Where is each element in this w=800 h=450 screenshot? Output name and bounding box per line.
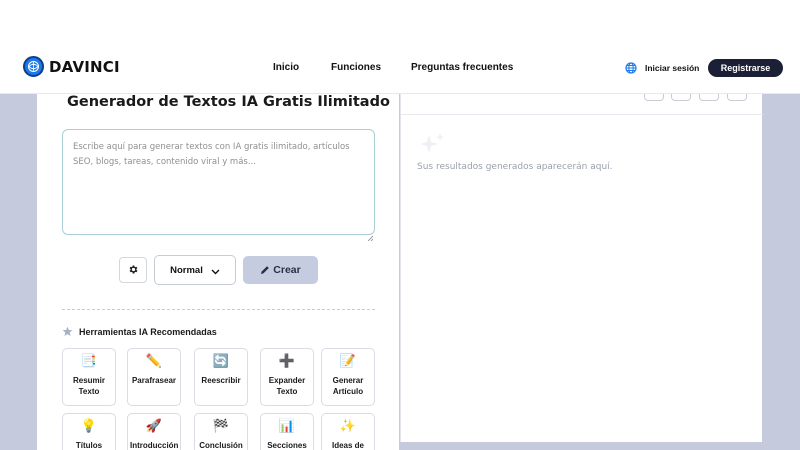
tool-card-introduccion[interactable]: 🚀 Introducción xyxy=(127,413,181,450)
bar-chart-icon: 📊 xyxy=(278,419,296,434)
tool-card-label: Resumir Texto xyxy=(72,376,105,396)
tool-card-label: Reescribir xyxy=(201,376,241,385)
brand-name: DAVINCI xyxy=(49,57,120,76)
navbar: DAVINCI Inicio Funciones Preguntas frecu… xyxy=(0,42,800,94)
mode-select-value: Normal xyxy=(170,264,203,276)
nav-link-funciones[interactable]: Funciones xyxy=(331,62,381,73)
results-header-divider xyxy=(401,114,763,115)
globe-icon[interactable] xyxy=(625,61,637,74)
resize-grip-icon[interactable] xyxy=(367,228,374,242)
tool-card-reescribir[interactable]: 🔄 Reescribir xyxy=(194,348,248,406)
tool-card-secciones[interactable]: 📊 Secciones xyxy=(260,413,314,450)
gear-icon xyxy=(128,263,139,278)
tool-card-label: Ideas de xyxy=(331,441,364,450)
tool-card-titulos[interactable]: 💡 Títulos xyxy=(62,413,116,450)
tool-card-label: Expander Texto xyxy=(268,376,306,396)
refresh-icon: 🔄 xyxy=(212,354,230,369)
lightbulb-icon: 💡 xyxy=(80,419,98,434)
results-panel: Sus resultados generados aparecerán aquí… xyxy=(400,89,763,442)
results-placeholder: Sus resultados generados aparecerán aquí… xyxy=(417,162,613,172)
star-icon xyxy=(62,326,73,336)
nav-link-inicio[interactable]: Inicio xyxy=(273,62,299,73)
settings-button[interactable] xyxy=(119,257,147,283)
register-button[interactable]: Registrarse xyxy=(708,59,783,77)
checkered-flag-icon: 🏁 xyxy=(212,419,230,434)
login-link[interactable]: Iniciar sesión xyxy=(645,63,699,73)
create-button-label: Crear xyxy=(273,264,301,276)
top-blank-area xyxy=(0,0,800,42)
tool-card-expander-texto[interactable]: ➕ Expander Texto xyxy=(260,348,314,406)
document-icon: 📑 xyxy=(80,354,98,369)
mode-select[interactable]: Normal xyxy=(154,255,236,285)
tool-card-label: Secciones xyxy=(267,441,307,450)
pencil-icon xyxy=(261,266,270,274)
tool-card-generar-articulo[interactable]: 📝 Generar Artículo xyxy=(321,348,375,406)
nav-link-preguntas-frecuentes[interactable]: Preguntas frecuentes xyxy=(411,62,513,73)
memo-icon: 📝 xyxy=(339,354,357,369)
section-divider xyxy=(62,309,375,310)
sparkles-icon xyxy=(417,132,447,162)
generator-panel: Generador de Textos IA Gratis Ilimitado … xyxy=(37,94,399,450)
tools-heading-label: Herramientas IA Recomendadas xyxy=(79,326,217,337)
tool-card-label: Introducción xyxy=(130,441,179,450)
tool-card-ideas[interactable]: ✨ Ideas de xyxy=(321,413,375,450)
tool-card-conclusion[interactable]: 🏁 Conclusión xyxy=(194,413,248,450)
tool-card-parafrasear[interactable]: ✏️ Parafrasear xyxy=(127,348,181,406)
brand-logo-icon xyxy=(23,56,44,77)
plus-icon: ➕ xyxy=(278,354,296,369)
brand-logo[interactable]: DAVINCI xyxy=(23,56,120,77)
tool-card-label: Parafrasear xyxy=(131,376,177,385)
tool-card-resumir-texto[interactable]: 📑 Resumir Texto xyxy=(62,348,116,406)
rocket-icon: 🚀 xyxy=(145,419,163,434)
page-title: Generador de Textos IA Gratis Ilimitado xyxy=(67,94,390,110)
tools-heading: Herramientas IA Recomendadas xyxy=(62,326,217,337)
tool-card-label: Generar Artículo xyxy=(332,376,364,396)
sparkles-icon: ✨ xyxy=(339,419,357,434)
prompt-input[interactable] xyxy=(62,129,375,235)
pencil-icon: ✏️ xyxy=(145,354,163,369)
chevron-down-icon xyxy=(211,267,220,275)
tool-card-label: Conclusión xyxy=(199,441,243,450)
tool-card-label: Títulos xyxy=(75,441,103,450)
create-button[interactable]: Crear xyxy=(243,256,318,284)
